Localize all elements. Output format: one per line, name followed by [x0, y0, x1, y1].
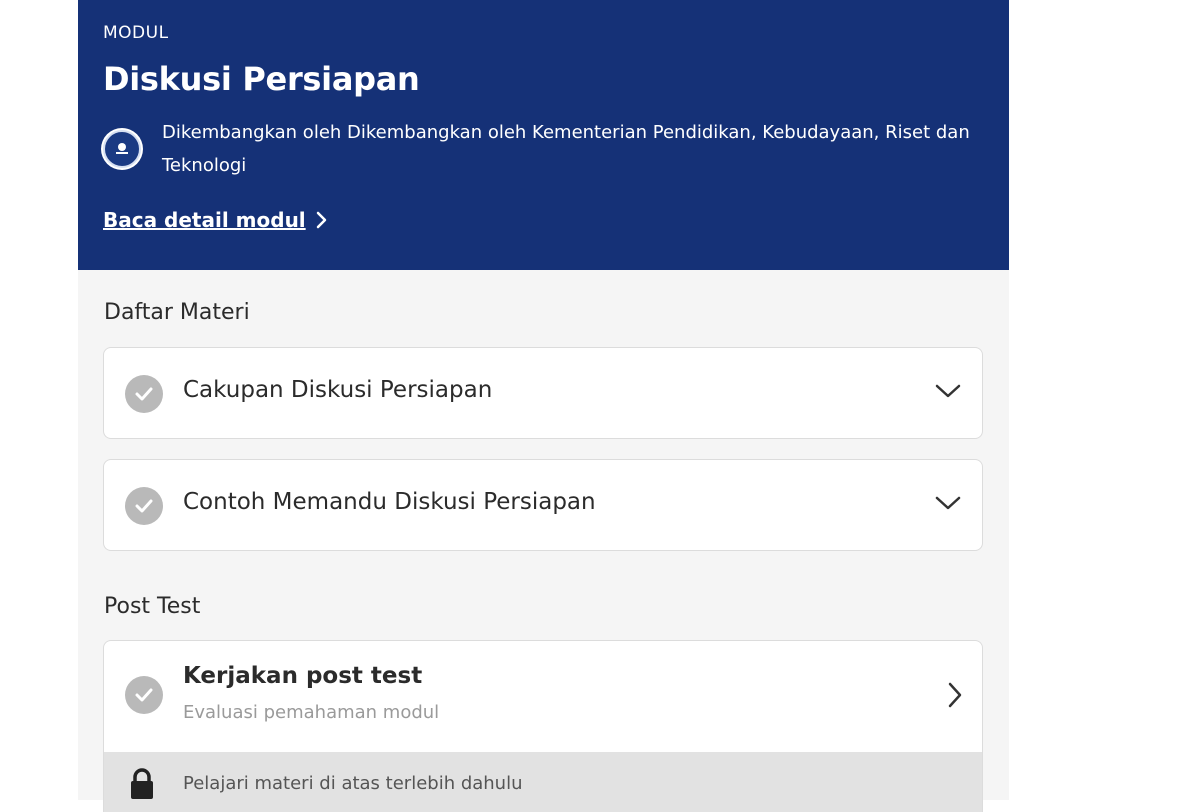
check-circle-icon: [125, 487, 163, 525]
post-test-subtitle: Evaluasi pemahaman modul: [183, 702, 440, 723]
module-title: Diskusi Persiapan: [103, 60, 420, 98]
post-test-section-title: Post Test: [104, 594, 201, 619]
module-eyebrow: MODUL: [103, 23, 169, 43]
read-module-detail-link[interactable]: Baca detail modul: [103, 208, 328, 232]
ministry-logo-icon: [101, 128, 143, 170]
chevron-down-icon: [934, 382, 962, 404]
material-item[interactable]: Cakupan Diskusi Persiapan: [103, 347, 983, 439]
post-test-title: Kerjakan post test: [183, 663, 423, 689]
detail-link-label: Baca detail modul: [103, 208, 306, 232]
post-test-locked-notice: Pelajari materi di atas terlebih dahulu: [103, 752, 983, 812]
check-circle-icon: [125, 375, 163, 413]
materials-section-title: Daftar Materi: [104, 300, 250, 325]
chevron-right-icon: [946, 681, 964, 713]
chevron-right-icon: [316, 211, 328, 229]
check-circle-icon: [125, 676, 163, 714]
material-item-label: Cakupan Diskusi Persiapan: [183, 377, 493, 403]
material-item[interactable]: Contoh Memandu Diskusi Persiapan: [103, 459, 983, 551]
post-test-card[interactable]: Kerjakan post test Evaluasi pemahaman mo…: [103, 640, 983, 760]
developer-text: Dikembangkan oleh Dikembangkan oleh Keme…: [162, 122, 970, 176]
module-panel: MODUL Diskusi Persiapan Dikembangkan ole…: [78, 0, 1009, 812]
locked-message: Pelajari materi di atas terlebih dahulu: [183, 773, 523, 794]
material-item-label: Contoh Memandu Diskusi Persiapan: [183, 489, 596, 515]
lock-icon: [128, 768, 156, 804]
chevron-down-icon: [934, 494, 962, 516]
module-header: MODUL Diskusi Persiapan Dikembangkan ole…: [78, 0, 1009, 270]
